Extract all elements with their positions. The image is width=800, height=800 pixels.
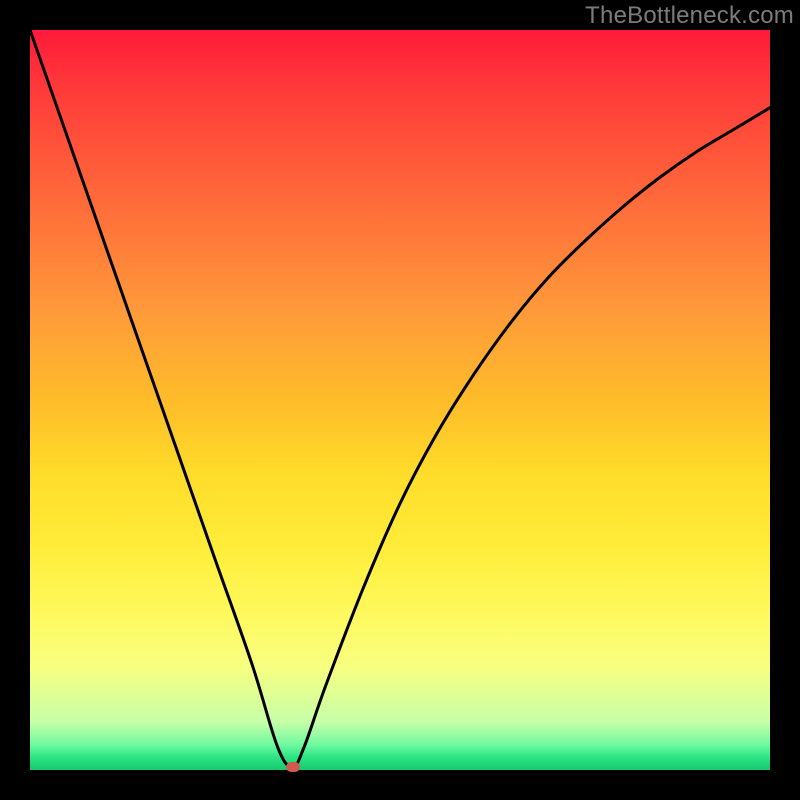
plot-gradient-background xyxy=(30,30,770,770)
chart-container: TheBottleneck.com xyxy=(0,0,800,800)
watermark-text: TheBottleneck.com xyxy=(585,2,794,30)
